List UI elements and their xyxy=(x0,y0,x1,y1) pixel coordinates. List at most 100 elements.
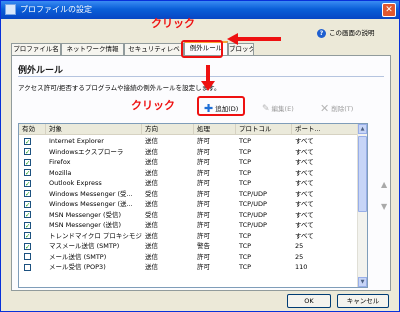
table-row[interactable]: メール送信 (SMTP) 送信 許可 TCP 25 xyxy=(19,252,359,263)
cell-target: Windowsエクスプローラ xyxy=(49,147,124,156)
table-row[interactable]: ✓ Firefox 送信 許可 TCP すべて xyxy=(19,157,359,168)
delete-x-icon: ✕ xyxy=(320,102,330,115)
close-button[interactable]: ✕ xyxy=(382,3,396,17)
title-bar[interactable]: プロファイルの設定 ✕ xyxy=(1,1,399,19)
cell-direction: 送信 xyxy=(145,200,158,208)
enabled-checkbox[interactable] xyxy=(24,253,31,260)
column-protocol[interactable]: プロトコル xyxy=(236,124,292,135)
table-row[interactable]: メール受信 (POP3) 送信 許可 TCP 110 xyxy=(19,262,359,273)
table-row[interactable]: ✓ トレンドマイクロ プロキシモジ... 送信 許可 TCP すべて xyxy=(19,231,359,242)
cell-port: 25 xyxy=(295,242,304,250)
cell-port: すべて xyxy=(295,200,314,208)
table-row[interactable]: ✓ Windows Messenger (受... 受信 許可 TCP/UDP すべて xyxy=(19,189,359,200)
enabled-checkbox[interactable]: ✓ xyxy=(24,190,31,197)
cell-target: メール送信 (SMTP) xyxy=(49,252,107,261)
enabled-checkbox[interactable]: ✓ xyxy=(24,179,31,187)
table-row[interactable]: ✓ MSN Messenger (送信) 送信 許可 TCP/UDP すべて xyxy=(19,220,359,231)
cell-target: メール受信 (POP3) xyxy=(49,263,106,271)
cell-action: 許可 xyxy=(197,210,210,219)
cell-direction: 送信 xyxy=(145,231,158,240)
cell-action: 許可 xyxy=(197,168,210,177)
scroll-up-icon[interactable]: ▲ xyxy=(358,124,367,134)
table-row[interactable]: ✓ Windows Messenger (送... 送信 許可 TCP/UDP すべて xyxy=(19,199,359,210)
enabled-checkbox[interactable]: ✓ xyxy=(24,232,31,239)
annotation-arrow-down-head xyxy=(201,81,215,91)
column-enabled[interactable]: 有効 xyxy=(19,124,46,135)
delete-rule-label: 削除(T) xyxy=(331,105,354,113)
cell-port: すべて xyxy=(295,179,314,187)
scroll-thumb[interactable] xyxy=(358,136,367,212)
help-link[interactable]: ? この画面の説明 xyxy=(317,27,375,38)
move-up-icon[interactable]: ▲ xyxy=(381,180,387,189)
column-action[interactable]: 処理 xyxy=(194,124,236,135)
help-icon: ? xyxy=(317,28,326,38)
help-link-label: この画面の説明 xyxy=(329,29,375,37)
enabled-checkbox[interactable]: ✓ xyxy=(24,137,31,145)
enabled-checkbox[interactable]: ✓ xyxy=(24,200,31,208)
cell-action: 許可 xyxy=(197,231,210,240)
cell-protocol: TCP/UDP xyxy=(239,210,267,219)
annotation-arrow-left-head xyxy=(227,33,238,45)
table-row[interactable]: ✓ Mozilla 送信 許可 TCP すべて xyxy=(19,168,359,179)
tab-profile-name[interactable]: プロファイル名 xyxy=(11,43,61,55)
edit-rule-button[interactable]: ✎ 編集(E) xyxy=(262,102,294,116)
cell-action: 許可 xyxy=(197,221,210,229)
window-title: プロファイルの設定 xyxy=(20,5,92,14)
cell-direction: 送信 xyxy=(145,263,158,271)
cell-action: 許可 xyxy=(197,179,210,187)
cell-protocol: TCP xyxy=(239,242,252,250)
table-row[interactable]: ✓ Windowsエクスプローラ 送信 許可 TCP すべて xyxy=(19,147,359,158)
column-direction[interactable]: 方向 xyxy=(142,124,194,135)
column-target[interactable]: 対象 xyxy=(46,124,142,135)
enabled-checkbox[interactable]: ✓ xyxy=(24,242,31,250)
cell-direction: 送信 xyxy=(145,158,158,166)
cancel-button[interactable]: キャンセル xyxy=(337,294,389,308)
cell-protocol: TCP xyxy=(239,263,252,271)
table-body: ✓ Internet Explorer 送信 許可 TCP すべて ✓ Windowsエクスプ… xyxy=(19,136,359,273)
table-row[interactable]: ✓ MSN Messenger (受信) 受信 許可 TCP/UDP すべて xyxy=(19,210,359,221)
cell-target: MSN Messenger (送信) xyxy=(49,221,122,229)
cell-target: Windows Messenger (送... xyxy=(49,200,133,208)
cell-protocol: TCP xyxy=(239,158,252,166)
cell-target: Mozilla xyxy=(49,168,72,177)
enabled-checkbox[interactable]: ✓ xyxy=(24,211,31,218)
vertical-scrollbar[interactable]: ▲ ▼ xyxy=(357,124,367,287)
cell-protocol: TCP xyxy=(239,137,252,145)
enabled-checkbox[interactable]: ✓ xyxy=(24,221,31,229)
delete-rule-button[interactable]: ✕ 削除(T) xyxy=(320,102,353,116)
window-app-icon xyxy=(5,4,16,15)
add-button-highlight-box xyxy=(197,96,245,116)
rules-table: 有効 対象 方向 処理 プロトコル ポート... ✓ Internet Explo… xyxy=(18,123,368,288)
cell-protocol: TCP xyxy=(239,168,252,177)
scroll-down-icon[interactable]: ▼ xyxy=(358,277,367,287)
table-row[interactable]: ✓ Internet Explorer 送信 許可 TCP すべて xyxy=(19,136,359,147)
enabled-checkbox[interactable] xyxy=(24,263,31,271)
enabled-checkbox[interactable]: ✓ xyxy=(24,169,31,176)
cell-direction: 送信 xyxy=(145,179,158,187)
cell-target: マスメール送信 (SMTP) xyxy=(49,242,120,250)
enabled-checkbox[interactable]: ✓ xyxy=(24,148,31,155)
cell-target: Internet Explorer xyxy=(49,137,104,145)
ok-button[interactable]: OK xyxy=(287,294,331,308)
cell-action: 許可 xyxy=(197,189,210,198)
cell-protocol: TCP/UDP xyxy=(239,221,267,229)
cell-port: すべて xyxy=(295,137,314,145)
tab-security-level[interactable]: セキュリティレベ xyxy=(124,43,184,55)
cell-direction: 送信 xyxy=(145,147,158,156)
table-row[interactable]: ✓ Outlook Express 送信 許可 TCP すべて xyxy=(19,178,359,189)
cell-target: Firefox xyxy=(49,158,71,166)
section-divider xyxy=(18,76,384,77)
cell-direction: 送信 xyxy=(145,137,158,145)
section-title: 例外ルール xyxy=(18,66,64,76)
cell-port: すべて xyxy=(295,221,314,229)
move-down-icon[interactable]: ▼ xyxy=(381,202,387,211)
cell-protocol: TCP xyxy=(239,179,252,187)
cell-protocol: TCP xyxy=(239,147,252,156)
column-port[interactable]: ポート... xyxy=(292,124,359,135)
tab-network-info[interactable]: ネットワーク情報 xyxy=(61,43,124,55)
cell-action: 許可 xyxy=(197,252,210,261)
table-row[interactable]: ✓ マスメール送信 (SMTP) 送信 警告 TCP 25 xyxy=(19,241,359,252)
enabled-checkbox[interactable]: ✓ xyxy=(24,158,31,166)
cell-protocol: TCP/UDP xyxy=(239,189,267,198)
pencil-icon: ✎ xyxy=(262,104,270,114)
